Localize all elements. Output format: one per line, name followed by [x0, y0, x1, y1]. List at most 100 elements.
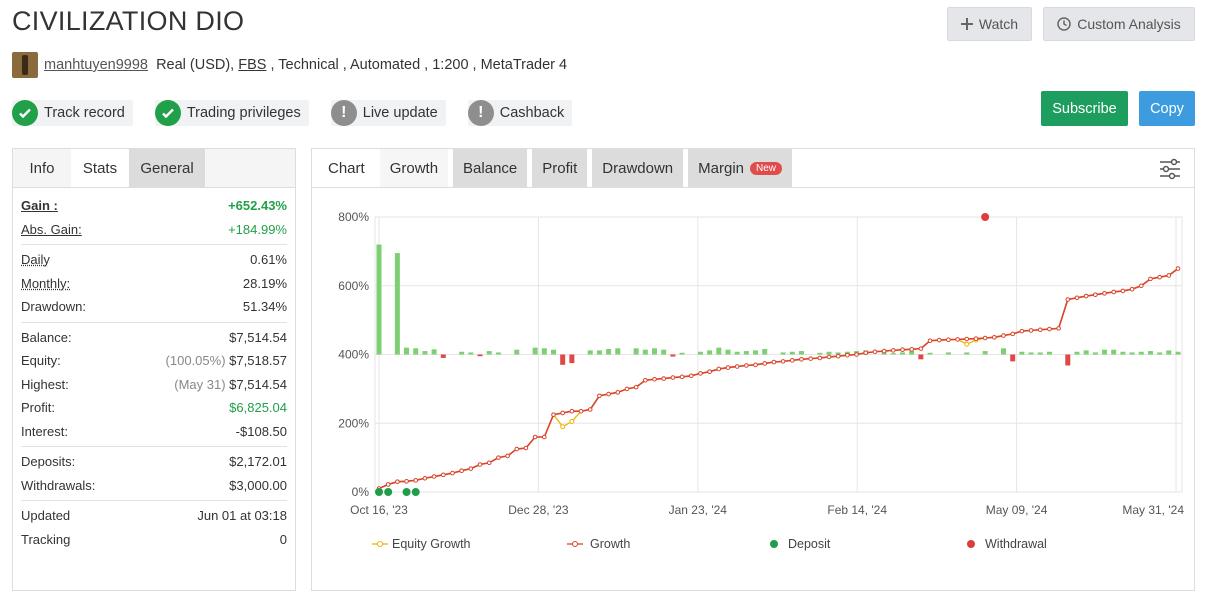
stats-list: Gain : +652.43% Abs. Gain: +184.99% Daily 0… [13, 194, 295, 551]
daily-bar [1129, 352, 1135, 355]
growth-point [707, 369, 712, 374]
daily-bar [725, 349, 731, 355]
growth-point [1166, 273, 1172, 278]
daily-label[interactable]: Daily [21, 252, 50, 267]
growth-point [1175, 266, 1181, 271]
growth-point [597, 393, 602, 399]
gain-value: +652.43% [228, 198, 287, 214]
daily-bar [1001, 348, 1007, 355]
withdrawal-marker [981, 213, 990, 221]
abs-gain-value: +184.99% [228, 221, 287, 237]
growth-point [1157, 274, 1162, 280]
growth-point [652, 376, 657, 382]
copy-button[interactable]: Copy [1139, 91, 1195, 126]
badge-live-update[interactable]: ! Live update [330, 100, 446, 126]
badge-track-record[interactable]: Track record [12, 100, 133, 126]
daily-bar-large [394, 253, 400, 355]
daily-bar [1046, 351, 1052, 355]
tab-growth[interactable]: Growth [379, 149, 449, 187]
x-tick-label: May 31, '24 [1122, 503, 1184, 517]
tab-stats[interactable]: Stats [71, 149, 129, 187]
growth-point [826, 354, 832, 360]
subscribe-button[interactable]: Subscribe [1041, 91, 1128, 126]
gain-label[interactable]: Gain : [21, 198, 58, 213]
badge-cashback[interactable]: ! Cashback [467, 100, 573, 126]
tab-balance[interactable]: Balance [453, 149, 528, 187]
username-link[interactable]: manhtuyen9998 [44, 57, 148, 73]
growth-chart[interactable]: 800% 600% 400% 200% 0% Oct 16, '23 Dec 28, '23… [312, 187, 1194, 590]
growth-point [799, 357, 804, 362]
daily-bar [532, 347, 538, 355]
legend-equity-marker [377, 541, 383, 547]
x-tick-label: Oct 16, '23 [350, 503, 408, 517]
x-tick-label: Feb 14, '24 [827, 503, 887, 517]
badge-label: Cashback [499, 105, 565, 121]
custom-analysis-button[interactable]: Custom Analysis [1043, 7, 1195, 41]
growth-point [1074, 295, 1080, 301]
daily-bar [707, 350, 713, 355]
growth-point [789, 358, 795, 363]
growth-point [835, 353, 841, 359]
daily-bar [661, 349, 667, 355]
badge-trading-privileges[interactable]: Trading privileges [154, 100, 309, 126]
daily-bar [1074, 351, 1080, 355]
daily-bar [1111, 349, 1117, 355]
daily-bar [1037, 352, 1043, 355]
growth-point [422, 475, 428, 481]
daily-bar [514, 349, 520, 355]
growth-point [734, 364, 740, 369]
growth-point [486, 460, 492, 466]
growth-point [1056, 326, 1061, 331]
tab-info[interactable]: Info [13, 149, 71, 187]
daily-bar [1166, 350, 1172, 355]
avatar[interactable] [12, 52, 38, 78]
interest-value: -$108.50 [235, 423, 287, 439]
growth-point [1019, 328, 1025, 334]
growth-point [1037, 327, 1043, 333]
growth-point [624, 386, 630, 392]
growth-point [808, 356, 813, 361]
daily-bar [982, 351, 988, 355]
withdrawals-value: $3,000.00 [229, 477, 287, 493]
tab-margin[interactable]: Margin New [688, 149, 793, 187]
daily-bar [413, 348, 419, 355]
growth-point [679, 374, 685, 380]
chart-settings-icon[interactable] [1158, 158, 1182, 185]
growth-point [551, 412, 556, 417]
daily-bar [1083, 350, 1089, 355]
tab-general[interactable]: General [129, 149, 205, 187]
daily-bar [550, 349, 556, 355]
broker-link[interactable]: FBS [238, 57, 266, 73]
exclamation-icon: ! [467, 100, 494, 126]
tab-profit[interactable]: Profit [532, 149, 588, 187]
monthly-label[interactable]: Monthly: [21, 276, 70, 291]
growth-point [780, 359, 786, 364]
daily-bar [1138, 351, 1144, 355]
watch-label: Watch [978, 16, 1019, 32]
margin-label: Margin [698, 159, 745, 177]
tracking-value: 0 [279, 531, 287, 547]
growth-point [1028, 328, 1034, 333]
equity-pct: (100.05%) [165, 353, 226, 369]
chart-tabs: Chart Growth Balance Profit Drawdown Mar… [312, 149, 1194, 188]
daily-bar [1175, 351, 1181, 355]
equity-value: $7,518.57 [229, 353, 287, 369]
growth-point [744, 363, 749, 368]
daily-bar [1157, 352, 1163, 355]
plus-icon [960, 18, 973, 30]
status-badges: Track record Trading privileges ! Live u… [12, 100, 594, 126]
growth-point [1001, 333, 1006, 338]
daily-bar [440, 354, 446, 358]
growth-point [881, 348, 887, 354]
growth-point [1148, 276, 1153, 282]
watch-button[interactable]: Watch [947, 7, 1032, 41]
abs-gain-label[interactable]: Abs. Gain: [21, 222, 82, 237]
growth-point [845, 352, 850, 358]
updated-value: Jun 01 at 03:18 [197, 508, 287, 524]
tab-drawdown[interactable]: Drawdown [592, 149, 684, 187]
tracking-label: Tracking [21, 531, 71, 547]
x-tick-label: May 09, '24 [986, 503, 1048, 517]
deposit-marker [375, 488, 383, 496]
growth-point [900, 347, 905, 352]
legend-deposit-label: Deposit [788, 537, 831, 551]
